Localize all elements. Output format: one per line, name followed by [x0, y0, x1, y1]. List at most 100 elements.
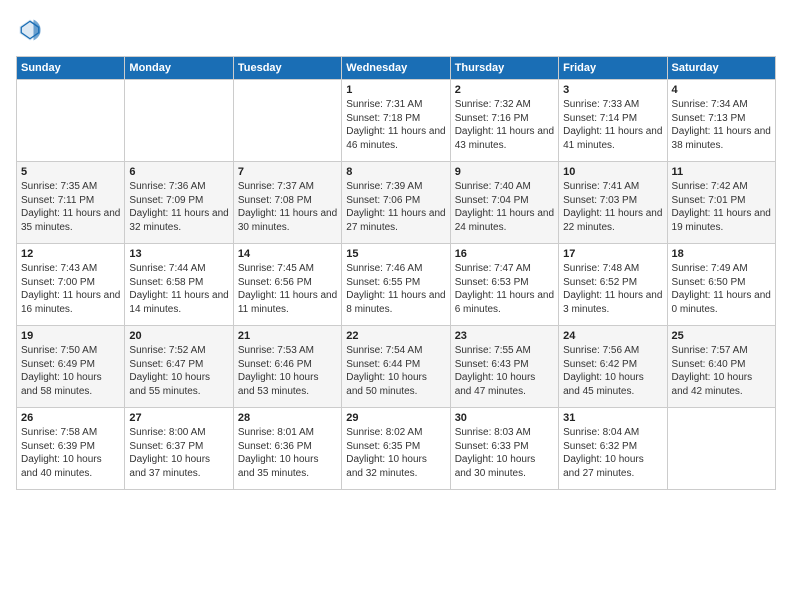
day-info: Sunrise: 8:00 AM Sunset: 6:37 PM Dayligh… — [129, 426, 228, 480]
day-number: 19 — [21, 330, 120, 342]
day-number: 6 — [129, 166, 228, 178]
day-info: Sunrise: 7:43 AM Sunset: 7:00 PM Dayligh… — [21, 262, 120, 316]
day-number: 7 — [238, 166, 337, 178]
header-row: Sunday Monday Tuesday Wednesday Thursday… — [17, 57, 776, 80]
calendar-cell: 19 Sunrise: 7:50 AM Sunset: 6:49 PM Dayli… — [17, 326, 125, 408]
header-friday: Friday — [559, 57, 667, 80]
day-number: 5 — [21, 166, 120, 178]
day-info: Sunrise: 7:44 AM Sunset: 6:58 PM Dayligh… — [129, 262, 228, 316]
day-info: Sunrise: 7:40 AM Sunset: 7:04 PM Dayligh… — [455, 180, 554, 234]
day-info: Sunrise: 8:01 AM Sunset: 6:36 PM Dayligh… — [238, 426, 337, 480]
day-info: Sunrise: 7:52 AM Sunset: 6:47 PM Dayligh… — [129, 344, 228, 398]
calendar-cell: 28Sunrise: 8:01 AM Sunset: 6:36 PM Dayli… — [233, 408, 341, 490]
day-info: Sunrise: 7:45 AM Sunset: 6:56 PM Dayligh… — [238, 262, 337, 316]
calendar-cell: 29 Sunrise: 8:02 AM Sunset: 6:35 PM Dayli… — [342, 408, 450, 490]
day-info: Sunrise: 7:34 AM Sunset: 7:13 PM Dayligh… — [672, 98, 771, 152]
day-number: 25 — [672, 330, 771, 342]
day-info: Sunrise: 8:04 AM Sunset: 6:32 PM Dayligh… — [563, 426, 662, 480]
day-number: 2 — [455, 84, 554, 96]
calendar-cell: 11 Sunrise: 7:42 AM Sunset: 7:01 PM Dayli… — [667, 162, 775, 244]
calendar-cell: 14Sunrise: 7:45 AM Sunset: 6:56 PM Dayli… — [233, 244, 341, 326]
day-info: Sunrise: 7:47 AM Sunset: 6:53 PM Dayligh… — [455, 262, 554, 316]
week-row-4: 19 Sunrise: 7:50 AM Sunset: 6:49 PM Dayli… — [17, 326, 776, 408]
logo — [16, 16, 48, 44]
calendar-cell — [233, 80, 341, 162]
day-number: 26 — [21, 412, 120, 424]
header-monday: Monday — [125, 57, 233, 80]
day-number: 16 — [455, 248, 554, 260]
calendar-cell: 18Sunrise: 7:49 AM Sunset: 6:50 PM Dayli… — [667, 244, 775, 326]
calendar-cell — [17, 80, 125, 162]
day-info: Sunrise: 7:41 AM Sunset: 7:03 PM Dayligh… — [563, 180, 662, 234]
day-number: 17 — [563, 248, 662, 260]
week-row-5: 26 Sunrise: 7:58 AM Sunset: 6:39 PM Dayli… — [17, 408, 776, 490]
day-info: Sunrise: 8:02 AM Sunset: 6:35 PM Dayligh… — [346, 426, 445, 480]
day-number: 31 — [563, 412, 662, 424]
header-wednesday: Wednesday — [342, 57, 450, 80]
calendar-cell: 21 Sunrise: 7:53 AM Sunset: 6:46 PM Dayli… — [233, 326, 341, 408]
day-info: Sunrise: 7:35 AM Sunset: 7:11 PM Dayligh… — [21, 180, 120, 234]
day-info: Sunrise: 7:36 AM Sunset: 7:09 PM Dayligh… — [129, 180, 228, 234]
calendar-cell: 2Sunrise: 7:32 AM Sunset: 7:16 PM Daylig… — [450, 80, 558, 162]
week-row-2: 5 Sunrise: 7:35 AM Sunset: 7:11 PM Daylig… — [17, 162, 776, 244]
day-info: Sunrise: 8:03 AM Sunset: 6:33 PM Dayligh… — [455, 426, 554, 480]
day-info: Sunrise: 7:58 AM Sunset: 6:39 PM Dayligh… — [21, 426, 120, 480]
header-tuesday: Tuesday — [233, 57, 341, 80]
day-info: Sunrise: 7:54 AM Sunset: 6:44 PM Dayligh… — [346, 344, 445, 398]
day-info: Sunrise: 7:37 AM Sunset: 7:08 PM Dayligh… — [238, 180, 337, 234]
day-number: 11 — [672, 166, 771, 178]
day-number: 30 — [455, 412, 554, 424]
calendar-cell: 31 Sunrise: 8:04 AM Sunset: 6:32 PM Dayli… — [559, 408, 667, 490]
day-number: 21 — [238, 330, 337, 342]
day-number: 27 — [129, 412, 228, 424]
calendar-table: Sunday Monday Tuesday Wednesday Thursday… — [16, 56, 776, 490]
day-info: Sunrise: 7:53 AM Sunset: 6:46 PM Dayligh… — [238, 344, 337, 398]
header-saturday: Saturday — [667, 57, 775, 80]
calendar-cell: 15 Sunrise: 7:46 AM Sunset: 6:55 PM Dayli… — [342, 244, 450, 326]
week-row-3: 12 Sunrise: 7:43 AM Sunset: 7:00 PM Dayli… — [17, 244, 776, 326]
day-info: Sunrise: 7:31 AM Sunset: 7:18 PM Dayligh… — [346, 98, 445, 152]
calendar-cell — [667, 408, 775, 490]
day-number: 4 — [672, 84, 771, 96]
calendar-cell: 16 Sunrise: 7:47 AM Sunset: 6:53 PM Dayli… — [450, 244, 558, 326]
calendar-cell: 22 Sunrise: 7:54 AM Sunset: 6:44 PM Dayli… — [342, 326, 450, 408]
calendar-header: Sunday Monday Tuesday Wednesday Thursday… — [17, 57, 776, 80]
calendar-cell: 24Sunrise: 7:56 AM Sunset: 6:42 PM Dayli… — [559, 326, 667, 408]
day-number: 22 — [346, 330, 445, 342]
day-number: 29 — [346, 412, 445, 424]
calendar-cell: 5 Sunrise: 7:35 AM Sunset: 7:11 PM Daylig… — [17, 162, 125, 244]
day-info: Sunrise: 7:49 AM Sunset: 6:50 PM Dayligh… — [672, 262, 771, 316]
calendar-cell — [125, 80, 233, 162]
calendar-cell: 30 Sunrise: 8:03 AM Sunset: 6:33 PM Dayli… — [450, 408, 558, 490]
day-number: 23 — [455, 330, 554, 342]
day-info: Sunrise: 7:46 AM Sunset: 6:55 PM Dayligh… — [346, 262, 445, 316]
calendar-cell: 9 Sunrise: 7:40 AM Sunset: 7:04 PM Daylig… — [450, 162, 558, 244]
day-number: 10 — [563, 166, 662, 178]
day-number: 8 — [346, 166, 445, 178]
day-number: 24 — [563, 330, 662, 342]
day-info: Sunrise: 7:48 AM Sunset: 6:52 PM Dayligh… — [563, 262, 662, 316]
day-number: 9 — [455, 166, 554, 178]
day-number: 15 — [346, 248, 445, 260]
calendar-cell: 10 Sunrise: 7:41 AM Sunset: 7:03 PM Dayli… — [559, 162, 667, 244]
calendar-cell: 13Sunrise: 7:44 AM Sunset: 6:58 PM Dayli… — [125, 244, 233, 326]
logo-icon — [16, 16, 44, 44]
calendar-cell: 7 Sunrise: 7:37 AM Sunset: 7:08 PM Daylig… — [233, 162, 341, 244]
page-header — [16, 16, 776, 44]
calendar-cell: 23Sunrise: 7:55 AM Sunset: 6:43 PM Dayli… — [450, 326, 558, 408]
day-info: Sunrise: 7:57 AM Sunset: 6:40 PM Dayligh… — [672, 344, 771, 398]
day-number: 3 — [563, 84, 662, 96]
day-number: 12 — [21, 248, 120, 260]
calendar-cell: 4 Sunrise: 7:34 AM Sunset: 7:13 PM Daylig… — [667, 80, 775, 162]
day-info: Sunrise: 7:39 AM Sunset: 7:06 PM Dayligh… — [346, 180, 445, 234]
calendar-cell: 27 Sunrise: 8:00 AM Sunset: 6:37 PM Dayli… — [125, 408, 233, 490]
calendar-cell: 12 Sunrise: 7:43 AM Sunset: 7:00 PM Dayli… — [17, 244, 125, 326]
calendar-cell: 8 Sunrise: 7:39 AM Sunset: 7:06 PM Daylig… — [342, 162, 450, 244]
day-info: Sunrise: 7:42 AM Sunset: 7:01 PM Dayligh… — [672, 180, 771, 234]
day-info: Sunrise: 7:50 AM Sunset: 6:49 PM Dayligh… — [21, 344, 120, 398]
calendar-cell: 17 Sunrise: 7:48 AM Sunset: 6:52 PM Dayli… — [559, 244, 667, 326]
calendar-cell: 6 Sunrise: 7:36 AM Sunset: 7:09 PM Daylig… — [125, 162, 233, 244]
calendar-cell: 3Sunrise: 7:33 AM Sunset: 7:14 PM Daylig… — [559, 80, 667, 162]
calendar-cell: 20Sunrise: 7:52 AM Sunset: 6:47 PM Dayli… — [125, 326, 233, 408]
calendar-cell: 1Sunrise: 7:31 AM Sunset: 7:18 PM Daylig… — [342, 80, 450, 162]
